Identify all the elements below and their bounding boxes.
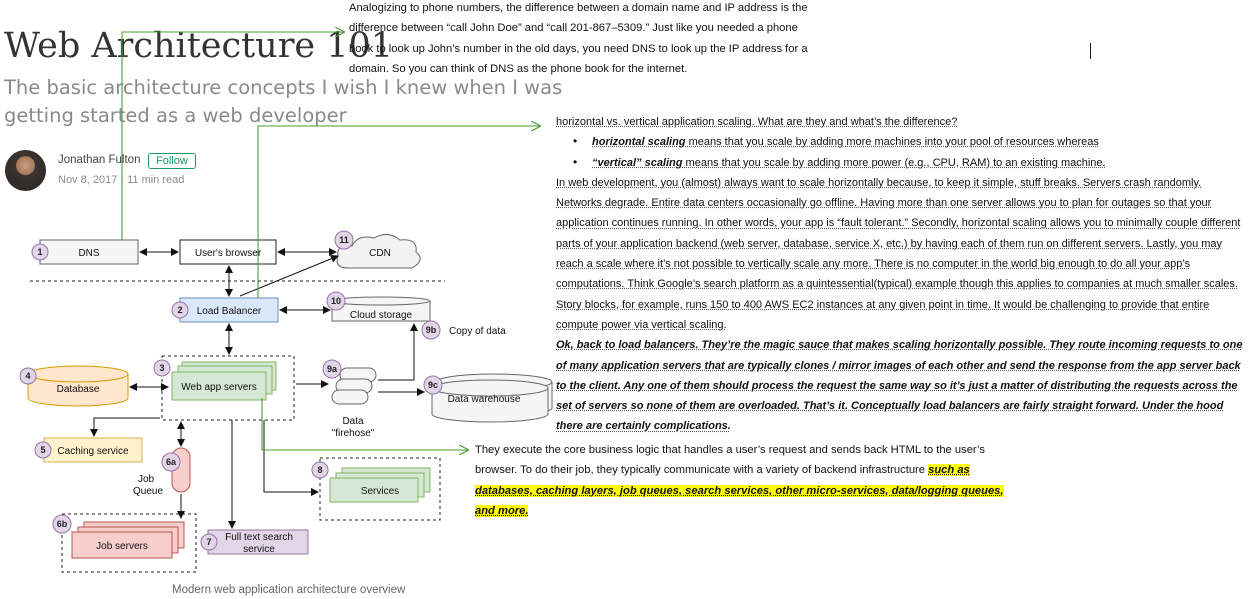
annotation-arrows [121, 0, 1248, 599]
load-balancer-annotation-arrow [257, 126, 540, 298]
dns-annotation-arrow [121, 32, 344, 240]
diagram-caption: Modern web application architecture over… [172, 584, 406, 596]
app-server-annotation-arrow [261, 398, 468, 450]
